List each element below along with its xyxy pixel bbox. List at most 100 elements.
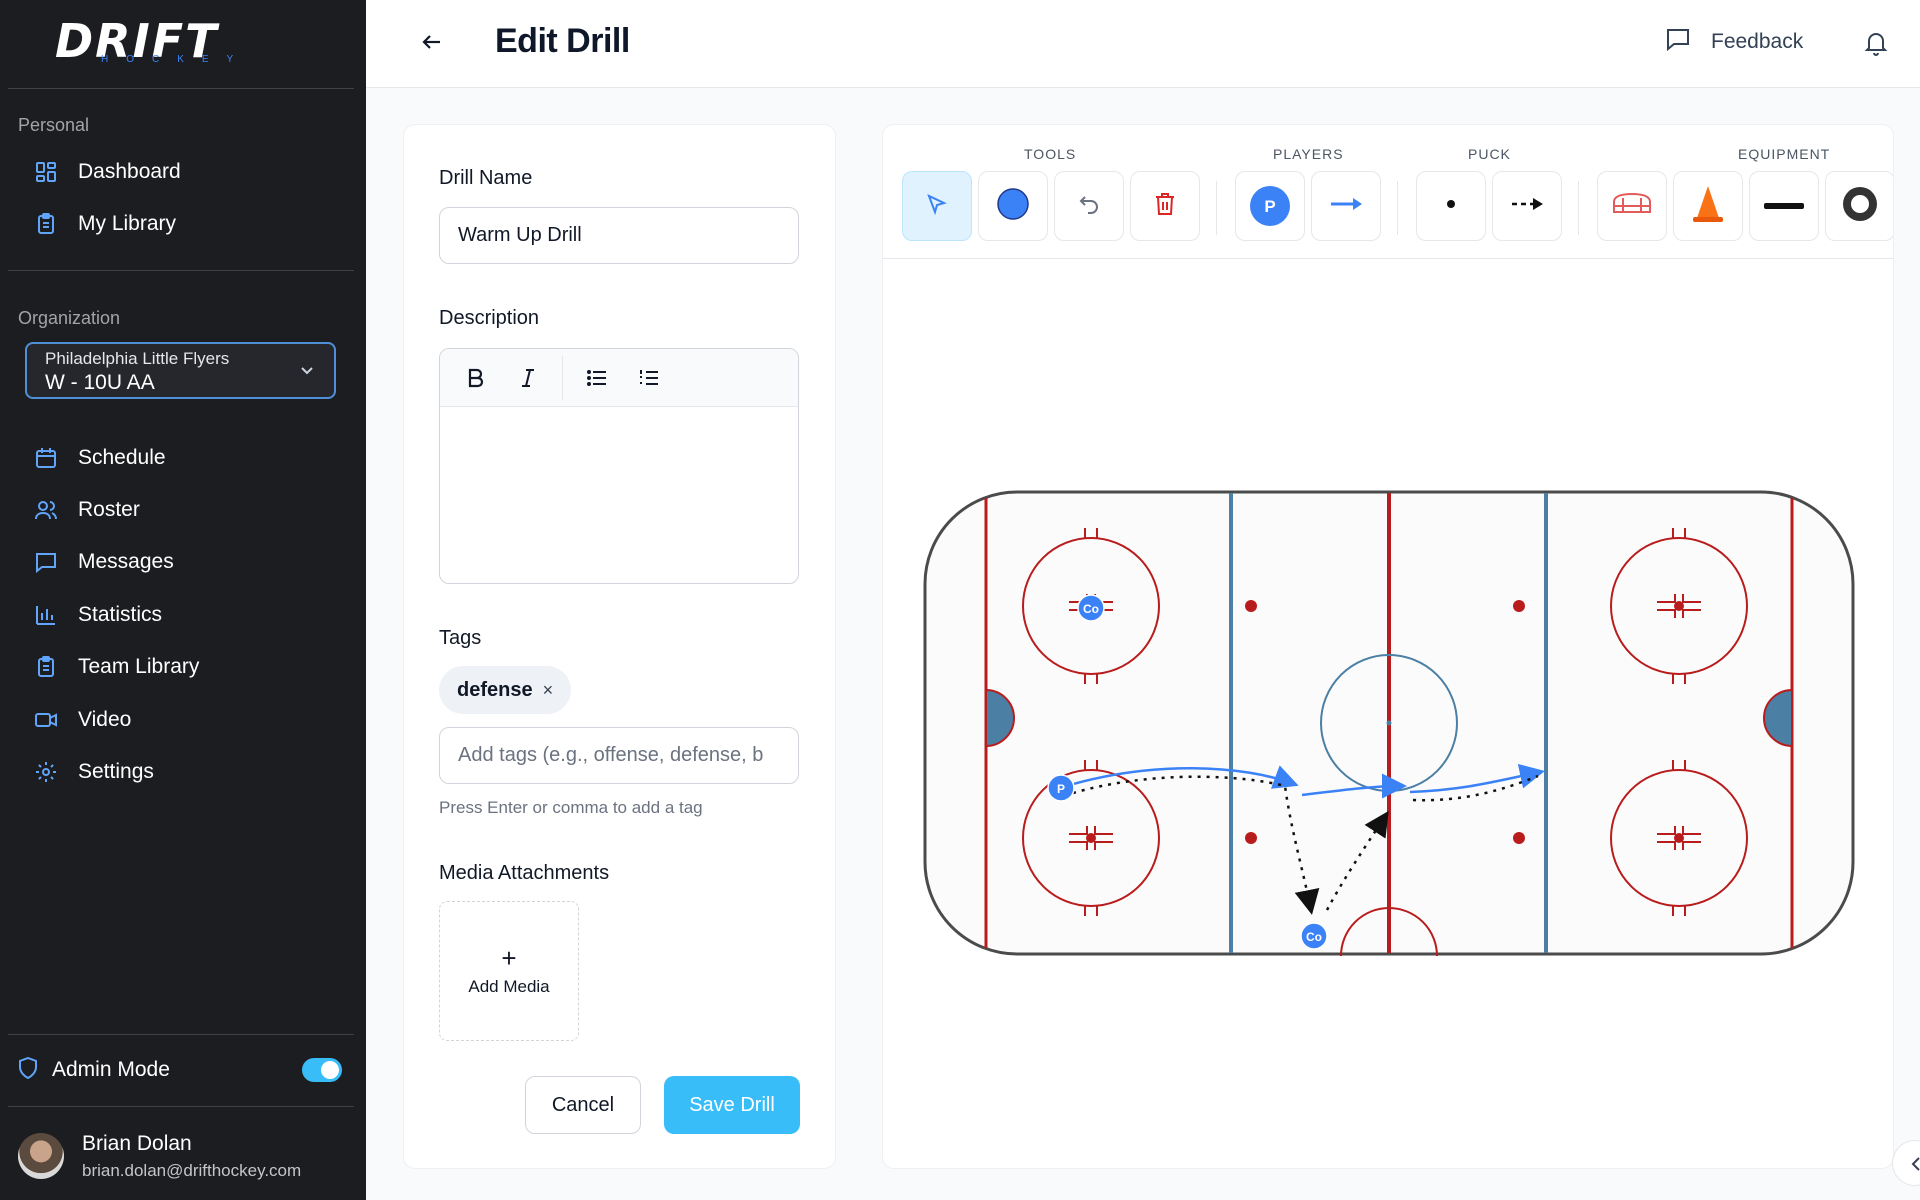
tags-input[interactable]: Add tags (e.g., offense, defense, b <box>439 727 799 784</box>
hockey-rink-canvas[interactable]: Co P Co <box>923 490 1855 956</box>
page-title: Edit Drill <box>495 22 630 60</box>
page-header: Edit Drill Feedback <box>366 0 1920 88</box>
admin-mode-row: Admin Mode <box>18 1052 348 1088</box>
sidebar-item-statistics[interactable]: Statistics <box>18 593 348 637</box>
color-swatch-icon <box>996 187 1030 226</box>
sidebar-item-label: Schedule <box>78 446 166 469</box>
group-label-puck: PUCK <box>1468 146 1511 162</box>
sidebar-item-video[interactable]: Video <box>18 698 348 742</box>
sidebar-item-my-library[interactable]: My Library <box>18 202 348 246</box>
message-square-icon <box>1665 26 1691 57</box>
sidebar-item-label: Statistics <box>78 603 163 626</box>
section-label-organization: Organization <box>18 308 121 328</box>
pass-path-tool-button[interactable] <box>1492 171 1562 241</box>
coach-token-bottom[interactable]: Co <box>1300 922 1328 950</box>
cancel-button[interactable]: Cancel <box>525 1076 641 1134</box>
numbered-list-icon[interactable] <box>631 360 667 396</box>
bell-icon[interactable] <box>1864 30 1888 61</box>
chevron-down-icon <box>298 361 316 384</box>
org-team-select[interactable]: Philadelphia Little Flyers W - 10U AA <box>25 342 336 399</box>
plus-icon: + <box>501 943 517 973</box>
player-token-label: P <box>1264 197 1275 216</box>
tire-tool-button[interactable] <box>1825 171 1893 241</box>
group-label-equipment: EQUIPMENT <box>1738 146 1831 162</box>
barrier-line-icon <box>1764 197 1804 215</box>
avatar[interactable] <box>18 1133 64 1179</box>
player-tool-button[interactable]: P <box>1235 171 1305 241</box>
dashed-arrow-icon <box>1510 196 1544 217</box>
bullet-list-icon[interactable] <box>579 360 615 396</box>
save-drill-button[interactable]: Save Drill <box>664 1076 800 1134</box>
sidebar-item-team-library[interactable]: Team Library <box>18 645 348 689</box>
sidebar-divider <box>8 88 354 89</box>
toolbar-divider <box>1397 181 1398 235</box>
sidebar-item-roster[interactable]: Roster <box>18 488 348 532</box>
users-icon <box>34 498 58 522</box>
drill-name-label: Drill Name <box>439 167 533 189</box>
gear-icon <box>34 760 58 784</box>
player-token[interactable]: P <box>1047 774 1075 802</box>
tags-hint: Press Enter or comma to add a tag <box>439 798 703 817</box>
sidebar-item-dashboard[interactable]: Dashboard <box>18 150 348 194</box>
dashboard-icon <box>34 160 58 184</box>
bold-icon[interactable] <box>458 360 494 396</box>
back-arrow-icon[interactable] <box>418 28 446 56</box>
arrow-right-icon <box>1329 196 1363 217</box>
toolbar-divider <box>562 355 563 400</box>
tag-chip-label: defense <box>457 678 533 701</box>
sidebar-item-settings[interactable]: Settings <box>18 750 348 794</box>
delete-button[interactable] <box>1130 171 1200 241</box>
chevron-left-icon <box>1909 1155 1920 1178</box>
tire-icon <box>1840 184 1880 229</box>
sidebar-item-label: My Library <box>78 212 177 235</box>
user-name: Brian Dolan <box>82 1132 192 1155</box>
sidebar: DRIFT HOCKEY Personal Dashboard My Libra… <box>0 0 366 1200</box>
sidebar-item-messages[interactable]: Messages <box>18 540 348 584</box>
tags-label: Tags <box>439 627 482 649</box>
sidebar-divider <box>8 270 354 271</box>
color-picker-button[interactable] <box>978 171 1048 241</box>
toolbar-divider <box>1578 181 1579 235</box>
skate-path-tool-button[interactable] <box>1311 171 1381 241</box>
sidebar-item-label: Team Library <box>78 655 200 678</box>
cone-tool-button[interactable] <box>1673 171 1743 241</box>
sidebar-item-schedule[interactable]: Schedule <box>18 436 348 480</box>
feedback-button[interactable]: Feedback <box>1665 26 1803 57</box>
cursor-icon <box>925 192 949 221</box>
puck-tool-button[interactable] <box>1416 171 1486 241</box>
bar-chart-icon <box>34 603 58 627</box>
user-email: brian.dolan@drifthockey.com <box>82 1161 302 1180</box>
drill-form-panel: Drill Name Warm Up Drill Description Tag… <box>403 124 836 1169</box>
drill-name-input[interactable]: Warm Up Drill <box>439 207 799 264</box>
admin-mode-label: Admin Mode <box>52 1058 170 1081</box>
drift-hockey-logo[interactable]: DRIFT HOCKEY <box>55 14 305 70</box>
toolbar-divider <box>1216 181 1217 235</box>
admin-mode-toggle[interactable] <box>302 1058 342 1082</box>
feedback-label: Feedback <box>1711 29 1804 53</box>
coach-token-label: Co <box>1306 930 1322 944</box>
undo-button[interactable] <box>1054 171 1124 241</box>
center-dot <box>1386 720 1392 726</box>
org-name: Philadelphia Little Flyers <box>45 349 230 368</box>
drill-editor-panel: TOOLS PLAYERS PUCK EQUIPMENT P Co P Co <box>882 124 1894 1169</box>
sidebar-divider <box>8 1034 354 1035</box>
select-tool-button[interactable] <box>902 171 972 241</box>
coach-token-top[interactable]: Co <box>1077 594 1105 622</box>
italic-icon[interactable] <box>510 360 546 396</box>
net-tool-button[interactable] <box>1597 171 1667 241</box>
description-textarea[interactable] <box>440 407 798 583</box>
media-attachments-label: Media Attachments <box>439 862 610 884</box>
close-icon[interactable]: × <box>543 680 554 701</box>
tag-chip: defense × <box>439 666 572 714</box>
team-name: W - 10U AA <box>45 371 155 394</box>
coach-token-label: Co <box>1083 602 1099 616</box>
collapse-panel-button[interactable] <box>1892 1140 1920 1186</box>
sidebar-item-label: Dashboard <box>78 160 181 183</box>
barrier-tool-button[interactable] <box>1749 171 1819 241</box>
add-media-button[interactable]: + Add Media <box>439 901 579 1041</box>
cone-icon <box>1691 184 1725 229</box>
trash-icon <box>1154 192 1176 221</box>
undo-icon <box>1077 192 1101 221</box>
shield-icon <box>18 1056 38 1084</box>
clipboard-icon <box>34 655 58 679</box>
